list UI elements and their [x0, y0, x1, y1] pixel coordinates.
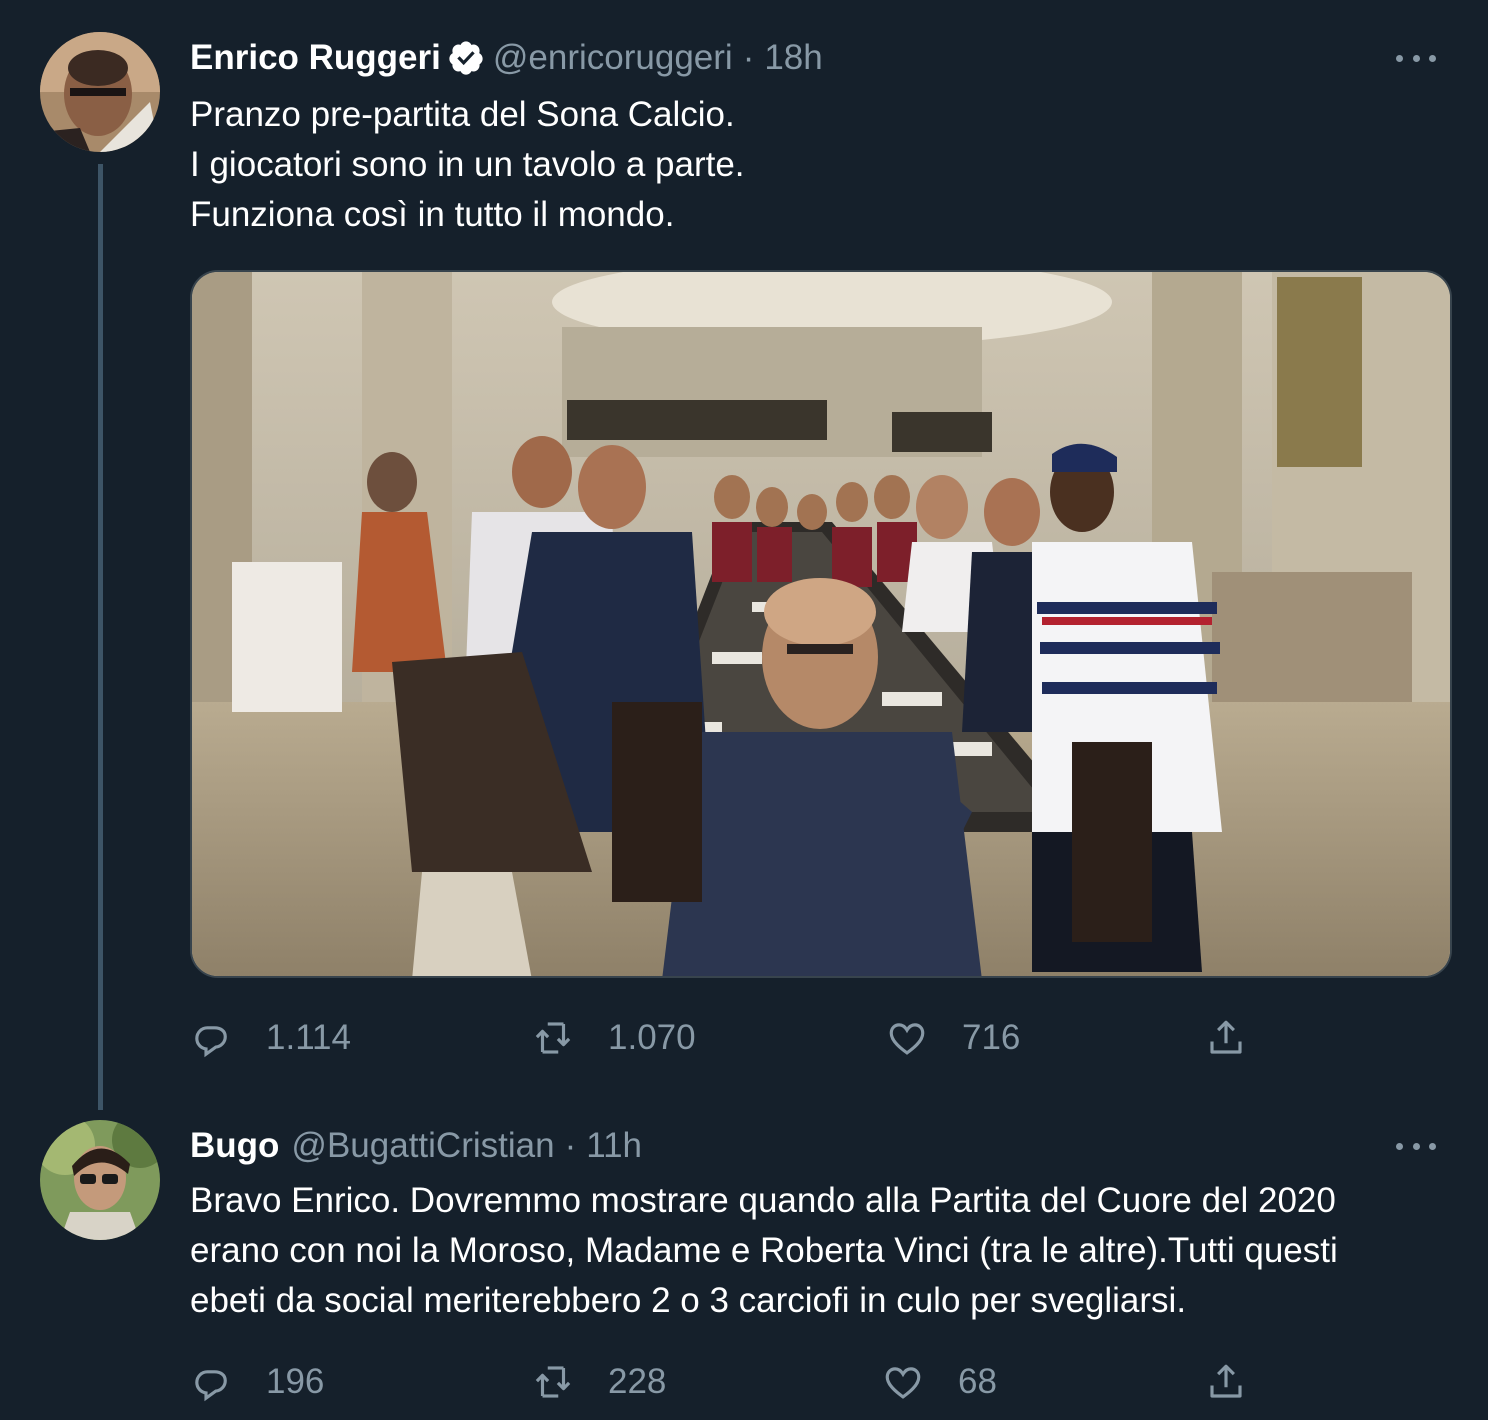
thread-line — [98, 164, 103, 1110]
avatar-bugo[interactable] — [40, 1120, 160, 1240]
like-button[interactable]: 68 — [882, 1359, 997, 1405]
tweet-line: I giocatori sono in un tavolo a parte. — [190, 145, 745, 184]
share-icon — [1210, 1364, 1242, 1398]
like-count: 68 — [958, 1362, 997, 1401]
retweet-button[interactable]: 228 — [532, 1359, 666, 1405]
tweet-header: Enrico Ruggeri @enricoruggeri · 18h — [190, 38, 823, 78]
like-count: 716 — [962, 1018, 1021, 1057]
reply-button[interactable]: 196 — [190, 1359, 324, 1405]
more-icon[interactable] — [1396, 48, 1436, 68]
reply-icon — [195, 1370, 227, 1402]
tweet-2: Bugo @BugattiCristian · 11h Bravo Enrico… — [0, 1100, 1488, 1420]
display-name[interactable]: Enrico Ruggeri — [190, 38, 441, 78]
tweet-line: Funziona così in tutto il mondo. — [190, 195, 675, 234]
tweet-line: erano con noi la Moroso, Madame e Robert… — [190, 1231, 1338, 1270]
retweet-count: 1.070 — [608, 1018, 696, 1057]
retweet-count: 228 — [608, 1362, 667, 1401]
timestamp[interactable]: 11h — [586, 1126, 642, 1166]
display-name[interactable]: Bugo — [190, 1126, 279, 1166]
timestamp[interactable]: 18h — [764, 38, 822, 78]
share-button[interactable] — [1205, 1359, 1281, 1405]
like-icon — [889, 1023, 925, 1055]
separator: · — [564, 1126, 577, 1165]
reply-icon — [195, 1026, 227, 1058]
tweet-line: Bravo Enrico. Dovremmo mostrare quando a… — [190, 1181, 1336, 1220]
tweet-text: Bravo Enrico. Dovremmo mostrare quando a… — [190, 1176, 1338, 1326]
retweet-icon — [535, 1366, 571, 1398]
tweet-line: Pranzo pre-partita del Sona Calcio. — [190, 95, 735, 134]
avatar-enrico[interactable] — [40, 32, 160, 152]
like-icon — [885, 1367, 921, 1399]
more-icon[interactable] — [1396, 1136, 1436, 1156]
tweet-actions: 1.114 1.070 716 — [190, 1015, 1260, 1061]
handle[interactable]: @BugattiCristian — [291, 1126, 554, 1166]
retweet-button[interactable]: 1.070 — [532, 1015, 696, 1061]
reply-count: 196 — [266, 1362, 325, 1401]
like-button[interactable]: 716 — [886, 1015, 1020, 1061]
tweet-1: Enrico Ruggeri @enricoruggeri · 18h Pran… — [0, 0, 1488, 1110]
tweet-photo[interactable] — [190, 270, 1452, 978]
separator: · — [742, 38, 755, 77]
reply-count: 1.114 — [266, 1018, 351, 1057]
tweet-text: Pranzo pre-partita del Sona Calcio. I gi… — [190, 90, 745, 240]
tweet-line: ebeti da social meriterebbero 2 o 3 carc… — [190, 1281, 1187, 1320]
retweet-icon — [535, 1022, 571, 1054]
tweet-actions: 196 228 68 — [190, 1359, 1260, 1405]
share-icon — [1210, 1020, 1242, 1054]
handle[interactable]: @enricoruggeri — [493, 38, 733, 78]
share-button[interactable] — [1205, 1015, 1281, 1061]
verified-badge-icon — [447, 39, 485, 77]
reply-button[interactable]: 1.114 — [190, 1015, 351, 1061]
tweet-header: Bugo @BugattiCristian · 11h — [190, 1126, 642, 1166]
